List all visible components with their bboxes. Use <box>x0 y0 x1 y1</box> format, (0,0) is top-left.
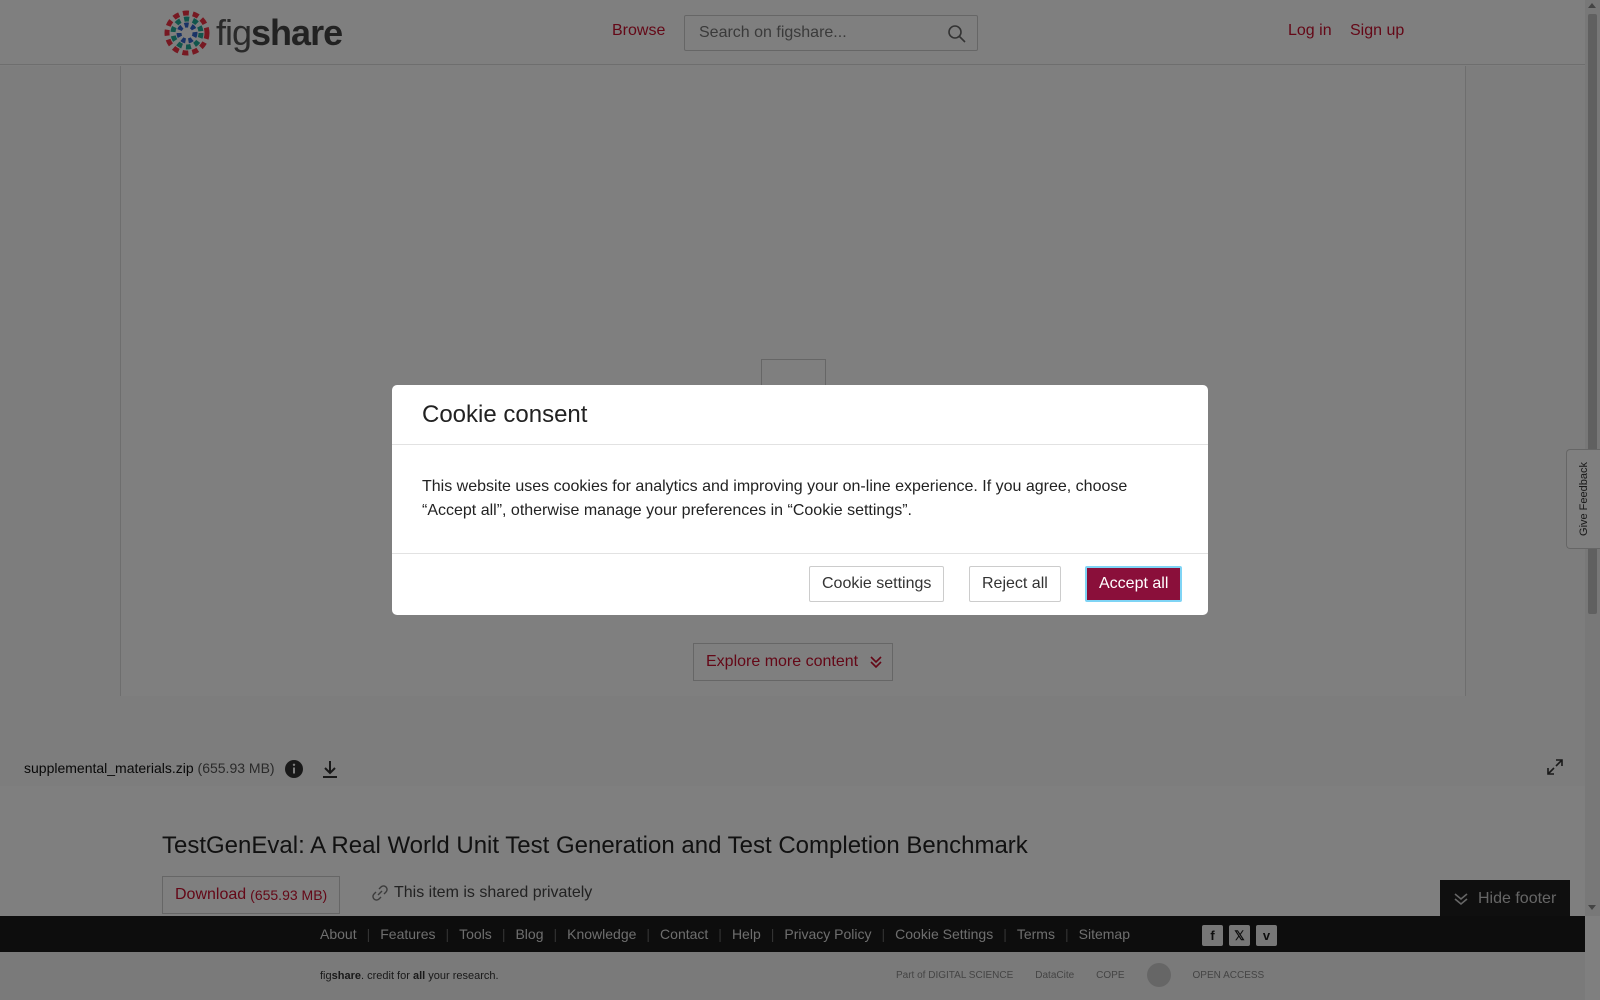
dialog-body: This website uses cookies for analytics … <box>392 445 1208 554</box>
reject-all-button[interactable]: Reject all <box>969 566 1061 602</box>
dialog-footer: Cookie settings Reject all Accept all <box>392 554 1208 614</box>
cookie-settings-button[interactable]: Cookie settings <box>809 566 945 602</box>
accept-all-button[interactable]: Accept all <box>1085 566 1183 602</box>
dialog-message: This website uses cookies for analytics … <box>422 478 1128 519</box>
cookie-consent-dialog: Cookie consent This website uses cookies… <box>392 385 1208 615</box>
dialog-header: Cookie consent <box>392 385 1208 445</box>
dialog-title: Cookie consent <box>422 401 588 428</box>
